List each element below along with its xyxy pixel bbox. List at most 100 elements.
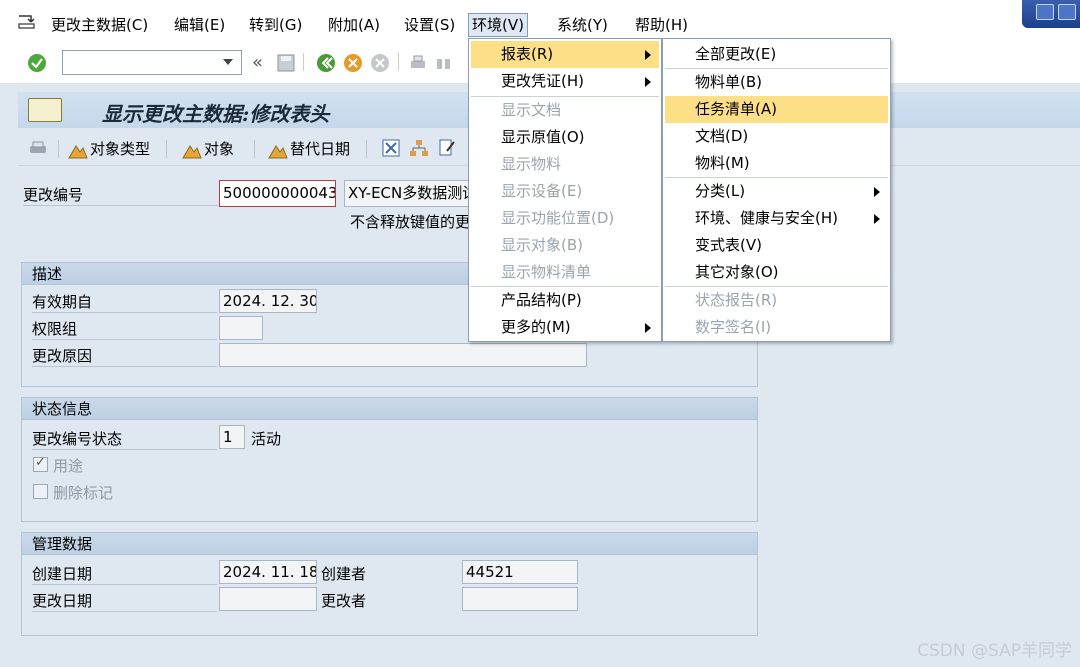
created-on-label: 创建日期 (32, 563, 217, 585)
maximize-icon[interactable] (1058, 4, 1076, 20)
status-group-title: 状态信息 (22, 398, 757, 420)
menu-item-status-report: 状态报告(R) (695, 291, 778, 309)
environment-menu: 报表(R) 更改凭证(H) 显示文档 显示原值(O) 显示物料 显示设备(E) … (468, 38, 662, 342)
menu-item-display-object: 显示对象(B) (501, 236, 583, 254)
back-icon[interactable] (316, 53, 336, 73)
valid-from-label: 有效期自 (32, 291, 217, 313)
watermark: CSDN @SAP羊同学 (917, 641, 1072, 661)
minimize-icon[interactable] (1036, 4, 1054, 20)
menu-change-master[interactable]: 更改主数据(C) (48, 13, 151, 37)
menu-item-task-list[interactable]: 任务清单(A) (665, 96, 888, 123)
changed-by-label: 更改者 (321, 592, 367, 610)
auth-group-field[interactable] (219, 316, 263, 340)
menu-item-other-objects[interactable]: 其它对象(O) (665, 259, 888, 286)
chevron-down-icon[interactable] (223, 59, 233, 65)
command-field[interactable] (62, 50, 242, 75)
menu-item-digital-signature: 数字签名(I) (695, 318, 772, 336)
menu-item-display-equipment: 显示设备(E) (501, 182, 583, 200)
menu-goto[interactable]: 转到(G) (246, 13, 305, 37)
menu-item-display-material: 显示物料 (501, 155, 562, 173)
menu-item-more[interactable]: 更多的(M) (471, 314, 659, 341)
toolbar-separator (303, 53, 304, 71)
menu-item-change-documents[interactable]: 更改凭证(H) (471, 68, 659, 95)
change-status-label: 更改编号状态 (32, 428, 217, 450)
menu-system[interactable]: 系统(Y) (554, 13, 611, 37)
deletion-flag-label: 删除标记 (53, 484, 114, 502)
hierarchy-icon[interactable] (409, 139, 429, 157)
created-by-label: 创建者 (321, 565, 367, 583)
enter-icon[interactable] (27, 53, 47, 73)
cancel-icon[interactable] (370, 53, 390, 73)
print-icon[interactable] (408, 53, 428, 73)
menu-environment[interactable]: 环境(V) (468, 13, 528, 37)
auth-group-label: 权限组 (32, 318, 217, 340)
menu-item-classification[interactable]: 分类(L) (665, 178, 888, 205)
menu-extras[interactable]: 附加(A) (325, 13, 383, 37)
menu-item-display-document: 显示文档 (501, 101, 562, 119)
alternative-date-button[interactable]: 替代日期 (268, 138, 350, 160)
page-title: 显示更改主数据:修改表头 (102, 102, 330, 126)
menu-item-ehs[interactable]: 环境、健康与安全(H) (665, 205, 888, 232)
excel-icon[interactable] (382, 139, 400, 157)
changed-by-field[interactable] (462, 587, 578, 611)
menu-settings[interactable]: 设置(S) (401, 13, 458, 37)
menu-item-label: 更改凭证(H) (501, 72, 584, 90)
double-chevron-left-icon[interactable]: « (252, 53, 272, 73)
release-key-note: 不含释放键值的更改 (350, 213, 486, 231)
menu-item-product-structure[interactable]: 产品结构(P) (471, 287, 659, 314)
change-status-text: 活动 (251, 430, 282, 448)
admin-data-group-title: 管理数据 (22, 533, 757, 555)
menu-item-label: 报表(R) (501, 45, 554, 63)
submenu-arrow-icon (645, 323, 651, 333)
transaction-icon[interactable] (28, 98, 62, 122)
change-reason-label: 更改原因 (32, 345, 217, 367)
change-reason-field[interactable] (219, 343, 587, 367)
menu-item-document[interactable]: 文档(D) (665, 123, 888, 150)
created-on-field[interactable]: 2024. 11. 18 (219, 560, 317, 584)
menu-item-label: 更多的(M) (501, 318, 571, 336)
deletion-flag-checkbox[interactable] (33, 484, 48, 499)
object-type-button[interactable]: 对象类型 (68, 138, 150, 160)
menu-item-bom[interactable]: 物料单(B) (665, 69, 888, 96)
menu-item-display-functional-location: 显示功能位置(D) (501, 209, 615, 227)
print-icon[interactable] (28, 140, 48, 156)
change-number-label: 更改编号 (23, 184, 218, 206)
reports-submenu: 全部更改(E) 物料单(B) 任务清单(A) 文档(D) 物料(M) 分类(L)… (662, 38, 891, 342)
changed-on-label: 更改日期 (32, 590, 217, 612)
menu-item-all-changes[interactable]: 全部更改(E) (665, 41, 888, 68)
submenu-arrow-icon (874, 214, 880, 224)
valid-from-field[interactable]: 2024. 12. 30 (219, 289, 317, 313)
menu-item-material[interactable]: 物料(M) (665, 150, 888, 177)
menu-item-label: 分类(L) (695, 182, 746, 200)
mountain-icon (68, 144, 88, 158)
change-number-field[interactable]: 500000000043 (219, 180, 336, 207)
find-icon[interactable] (434, 53, 454, 73)
created-by-field[interactable]: 44521 (462, 560, 578, 584)
menu-item-reports[interactable]: 报表(R) (471, 41, 659, 68)
save-icon[interactable] (276, 53, 296, 73)
usage-checkbox[interactable] (33, 455, 48, 472)
exit-icon[interactable] (343, 53, 363, 73)
menu-item-variant-table[interactable]: 变式表(V) (665, 232, 888, 259)
menu-help[interactable]: 帮助(H) (632, 13, 691, 37)
submenu-arrow-icon (874, 187, 880, 197)
system-menu-icon[interactable] (18, 14, 36, 30)
toolbar-separator (366, 140, 367, 158)
window-controls (1022, 0, 1080, 28)
object-label: 对象 (204, 140, 235, 158)
mountain-icon (182, 144, 202, 158)
alternative-date-label: 替代日期 (290, 140, 351, 158)
edit-document-icon[interactable] (438, 139, 456, 157)
menu-item-display-bom: 显示物料清单 (501, 263, 592, 281)
change-status-field[interactable]: 1 (219, 425, 245, 449)
admin-data-group: 管理数据 创建日期 2024. 11. 18 创建者 44521 更改日期 更改… (21, 532, 758, 636)
toolbar-separator (58, 140, 59, 158)
status-group: 状态信息 更改编号状态 1 活动 用途 删除标记 (21, 397, 758, 522)
object-button[interactable]: 对象 (182, 138, 234, 160)
submenu-arrow-icon (645, 77, 651, 87)
changed-on-field[interactable] (219, 587, 317, 611)
toolbar-separator (166, 140, 167, 158)
menu-item-display-original[interactable]: 显示原值(O) (471, 124, 659, 151)
menu-edit[interactable]: 编辑(E) (171, 13, 228, 37)
toolbar-separator (254, 140, 255, 158)
